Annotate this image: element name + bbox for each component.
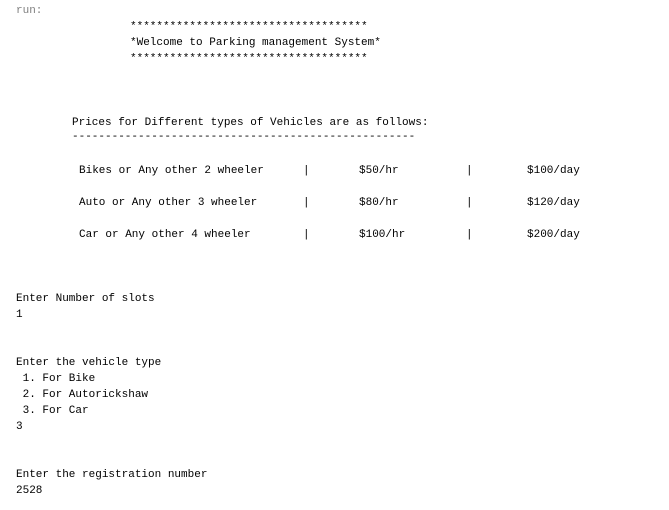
slots-input-echo: 1 — [16, 309, 23, 321]
price-row-separator: | — [303, 165, 310, 177]
price-row-daily: $100/day — [527, 165, 580, 177]
price-row-vehicle: Car or Any other 4 wheeler — [79, 229, 251, 241]
price-row-daily: $200/day — [527, 229, 580, 241]
price-row-separator: | — [466, 229, 473, 241]
vehicle-option: 1. For Bike — [16, 373, 96, 385]
registration-input-echo: 2528 — [16, 485, 43, 497]
price-row-separator: | — [466, 165, 473, 177]
banner-bottom-border: ************************************ — [130, 53, 368, 65]
registration-prompt: Enter the registration number — [16, 469, 208, 481]
price-row-hourly: $80/hr — [359, 197, 399, 209]
price-row-vehicle: Auto or Any other 3 wheeler — [79, 197, 258, 209]
vehicle-option: 3. For Car — [16, 405, 89, 417]
vehicle-option: 2. For Autorickshaw — [16, 389, 149, 401]
run-label: run: — [16, 5, 43, 17]
price-row-separator: | — [303, 229, 310, 241]
prices-rule: ----------------------------------------… — [72, 131, 416, 143]
price-row-separator: | — [466, 197, 473, 209]
price-row-hourly: $50/hr — [359, 165, 399, 177]
slots-prompt: Enter Number of slots — [16, 293, 155, 305]
vehicle-type-input-echo: 3 — [16, 421, 23, 433]
vehicle-type-prompt: Enter the vehicle type — [16, 357, 162, 369]
banner-title: *Welcome to Parking management System* — [130, 37, 381, 49]
prices-heading: Prices for Different types of Vehicles a… — [72, 117, 429, 129]
price-row-vehicle: Bikes or Any other 2 wheeler — [79, 165, 264, 177]
banner-top-border: ************************************ — [130, 21, 368, 33]
price-row-separator: | — [303, 197, 310, 209]
output-console[interactable]: run: ***********************************… — [0, 0, 669, 510]
price-row-hourly: $100/hr — [359, 229, 406, 241]
price-row-daily: $120/day — [527, 197, 580, 209]
